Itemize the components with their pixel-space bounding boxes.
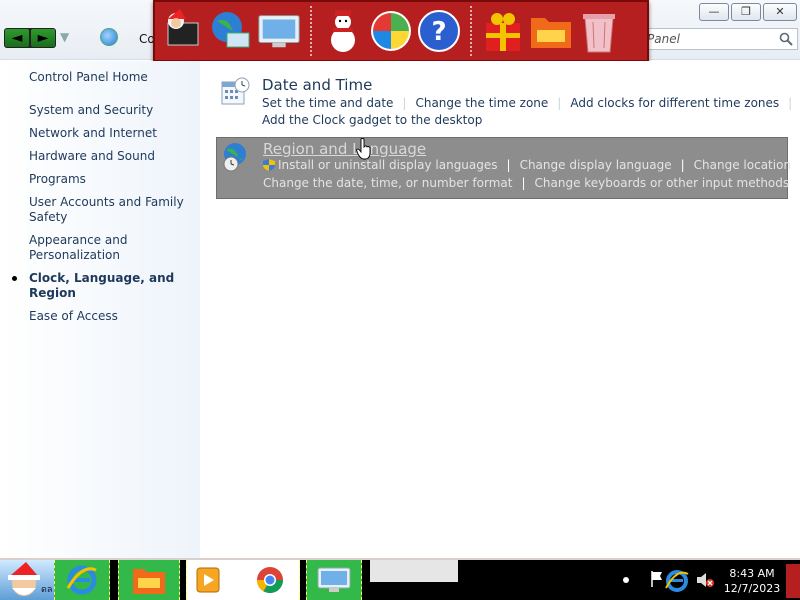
folder-icon (133, 569, 165, 594)
link-change-keyboards[interactable]: Change keyboards or other input methods (535, 176, 790, 190)
help-icon[interactable]: ? (417, 8, 461, 54)
link-change-date-time-format[interactable]: Change the date, time, or number format (263, 176, 512, 190)
link-separator: | (521, 176, 526, 190)
globe-clock-icon[interactable] (221, 142, 251, 172)
link-change-display-language[interactable]: Change display language (520, 158, 672, 172)
sidebar-control-panel-home[interactable]: Control Panel Home (29, 70, 148, 84)
taskbar-item-internet-explorer[interactable] (54, 560, 110, 600)
dock-separator (310, 6, 312, 56)
sidebar: Control Panel Home System and Security N… (0, 61, 200, 558)
dock-separator (470, 6, 472, 56)
recent-pages-dropdown[interactable]: ▼ (60, 30, 69, 44)
back-button[interactable]: ◄ (5, 29, 29, 47)
start-button[interactable]: ดล (0, 560, 54, 600)
link-separator: | (680, 158, 685, 172)
search-input[interactable]: Panel (640, 28, 798, 50)
maximize-button[interactable]: ❐ (731, 3, 761, 21)
santa-computer-icon[interactable] (161, 8, 205, 54)
media-player-icon[interactable] (195, 566, 221, 594)
search-icon[interactable] (779, 32, 793, 46)
link-change-time-zone[interactable]: Change the time zone (415, 96, 548, 110)
link-set-time-date[interactable]: Set the time and date (262, 96, 393, 110)
sidebar-list: System and Security Network and Internet… (12, 103, 199, 332)
chrome-icon[interactable] (255, 565, 285, 595)
taskbar-blank-item[interactable] (370, 560, 458, 582)
start-text: ดล (41, 585, 52, 595)
internet-explorer-icon (66, 565, 97, 595)
link-separator: | (506, 158, 511, 172)
uac-shield-icon (263, 159, 275, 171)
sidebar-item-user-accounts[interactable]: User Accounts and Family Safety (29, 195, 199, 225)
window-controls: — ❐ ✕ (699, 3, 797, 21)
taskbar-item-folder[interactable] (118, 560, 180, 600)
system-tray: 8:43 AM 12/7/2023 (618, 560, 800, 600)
region-language-links-row2: Change the date, time, or number format |… (263, 176, 789, 190)
close-button[interactable]: ✕ (763, 3, 797, 21)
gift-icon[interactable] (481, 8, 525, 54)
taskbar: ดล 8:43 AM 12/7/2023 (0, 558, 800, 600)
tray-dot (623, 577, 629, 583)
link-install-display-languages[interactable]: Install or uninstall display languages (278, 158, 498, 172)
show-desktop-button[interactable] (786, 564, 800, 598)
action-center-flag-icon[interactable] (650, 570, 664, 588)
globe-network-icon[interactable] (209, 8, 253, 54)
snowman-icon[interactable] (321, 8, 365, 54)
sidebar-item-ease-of-access[interactable]: Ease of Access (29, 309, 199, 324)
taskbar-item-display-settings[interactable] (306, 560, 362, 600)
windows-shield-icon[interactable] (369, 8, 413, 54)
ie-tray-icon[interactable] (664, 568, 690, 594)
svg-text:?: ? (431, 17, 446, 47)
calendar-clock-icon[interactable] (220, 76, 250, 106)
category-title-date-time[interactable]: Date and Time (262, 76, 372, 94)
display-settings-icon (317, 567, 351, 592)
search-text: Panel (647, 32, 680, 46)
sidebar-item-hardware-sound[interactable]: Hardware and Sound (29, 149, 199, 164)
link-separator: | (402, 96, 407, 110)
icon-dock: ? (153, 0, 649, 62)
sidebar-item-appearance[interactable]: Appearance and Personalization (29, 233, 199, 263)
link-separator: | (557, 96, 562, 110)
region-language-links-row1: Install or uninstall display languages | C… (263, 158, 800, 172)
sidebar-item-clock-language-region[interactable]: Clock, Language, and Region (12, 271, 199, 301)
tray-date: 12/7/2023 (723, 582, 781, 595)
volume-muted-icon[interactable] (696, 572, 714, 588)
main-content: Date and Time Set the time and date | Chan… (200, 61, 800, 558)
category-title-region-language[interactable]: Region and Language (263, 140, 426, 158)
link-add-clocks[interactable]: Add clocks for different time zones (570, 96, 779, 110)
link-add-clock-gadget[interactable]: Add the Clock gadget to the desktop (262, 113, 482, 127)
date-time-links-row2: Add the Clock gadget to the desktop (262, 113, 482, 127)
link-change-location[interactable]: Change location (694, 158, 791, 172)
control-panel-icon (100, 28, 118, 46)
folder-icon[interactable] (529, 8, 573, 54)
santa-start-icon: ดล (8, 562, 52, 596)
sidebar-item-programs[interactable]: Programs (29, 172, 199, 187)
minimize-button[interactable]: — (699, 3, 729, 21)
sidebar-item-network-internet[interactable]: Network and Internet (29, 126, 199, 141)
sidebar-item-system-security[interactable]: System and Security (29, 103, 199, 118)
forward-button[interactable]: ► (31, 29, 55, 47)
hand-cursor-icon (356, 138, 371, 160)
monitor-display-icon[interactable] (257, 8, 301, 54)
nav-buttons: ◄ ► (4, 28, 56, 48)
recycle-bin-icon[interactable] (577, 8, 621, 54)
link-separator: | (788, 96, 793, 110)
tray-clock[interactable]: 8:43 AM 12/7/2023 (722, 566, 782, 596)
category-region-language[interactable]: Region and Language Install or uninstall… (216, 137, 791, 199)
tray-time: 8:43 AM (729, 567, 775, 580)
date-time-links-row1: Set the time and date | Change the time zo… (262, 96, 800, 110)
taskbar-item-group[interactable] (186, 560, 300, 600)
